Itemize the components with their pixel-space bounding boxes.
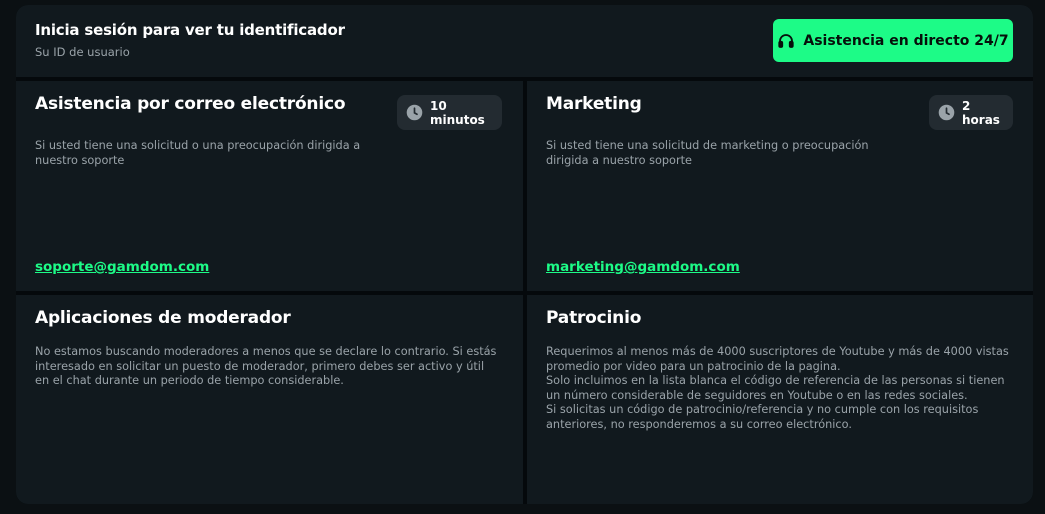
card-title: Aplicaciones de moderador <box>35 308 291 328</box>
description-paragraph: Si usted tiene una solicitud de marketin… <box>546 139 869 167</box>
header: Inicia sesión para ver tu identificador … <box>16 5 1033 77</box>
header-title: Inicia sesión para ver tu identificador <box>35 21 345 39</box>
description-paragraph: Si solicitas un código de patrocinio/ref… <box>546 403 979 431</box>
description-paragraph: Si usted tiene una solicitud o una preoc… <box>35 139 361 167</box>
response-time-badge: 10 minutos <box>397 95 502 130</box>
description-paragraph: Requerimos al menos más de 4000 suscript… <box>546 345 1009 373</box>
card-description: Requerimos al menos más de 4000 suscript… <box>546 345 1011 432</box>
card-title: Asistencia por correo electrónico <box>35 94 346 114</box>
description-paragraph: No estamos buscando moderadores a menos … <box>35 345 497 387</box>
live-support-label: Asistencia en directo 24/7 <box>803 32 1009 49</box>
card-description: No estamos buscando moderadores a menos … <box>35 345 500 389</box>
response-time-label: 2 horas <box>962 98 1000 127</box>
clock-icon <box>938 104 955 121</box>
description-paragraph: Solo incluimos en la lista blanca el cód… <box>546 374 1005 402</box>
response-time-label: 10 minutos <box>430 98 485 127</box>
live-support-button[interactable]: Asistencia en directo 24/7 <box>773 19 1013 62</box>
support-email-link[interactable]: soporte@gamdom.com <box>35 259 209 275</box>
card-description: Si usted tiene una solicitud o una preoc… <box>35 139 395 168</box>
user-id-label: Su ID de usuario <box>35 45 130 59</box>
headset-icon <box>777 32 795 50</box>
sponsorship-card: Patrocinio Requerimos al menos más de 40… <box>527 295 1033 504</box>
marketing-card: Marketing 2 horas Si usted tiene una sol… <box>527 81 1033 291</box>
moderator-applications-card: Aplicaciones de moderador No estamos bus… <box>16 295 523 504</box>
card-title: Marketing <box>546 94 642 114</box>
support-panel: Inicia sesión para ver tu identificador … <box>16 5 1033 504</box>
card-title: Patrocinio <box>546 308 642 328</box>
clock-icon <box>406 104 423 121</box>
response-time-badge: 2 horas <box>929 95 1013 130</box>
email-support-card: Asistencia por correo electrónico 10 min… <box>16 81 523 291</box>
marketing-email-link[interactable]: marketing@gamdom.com <box>546 259 740 275</box>
card-description: Si usted tiene una solicitud de marketin… <box>546 139 906 168</box>
